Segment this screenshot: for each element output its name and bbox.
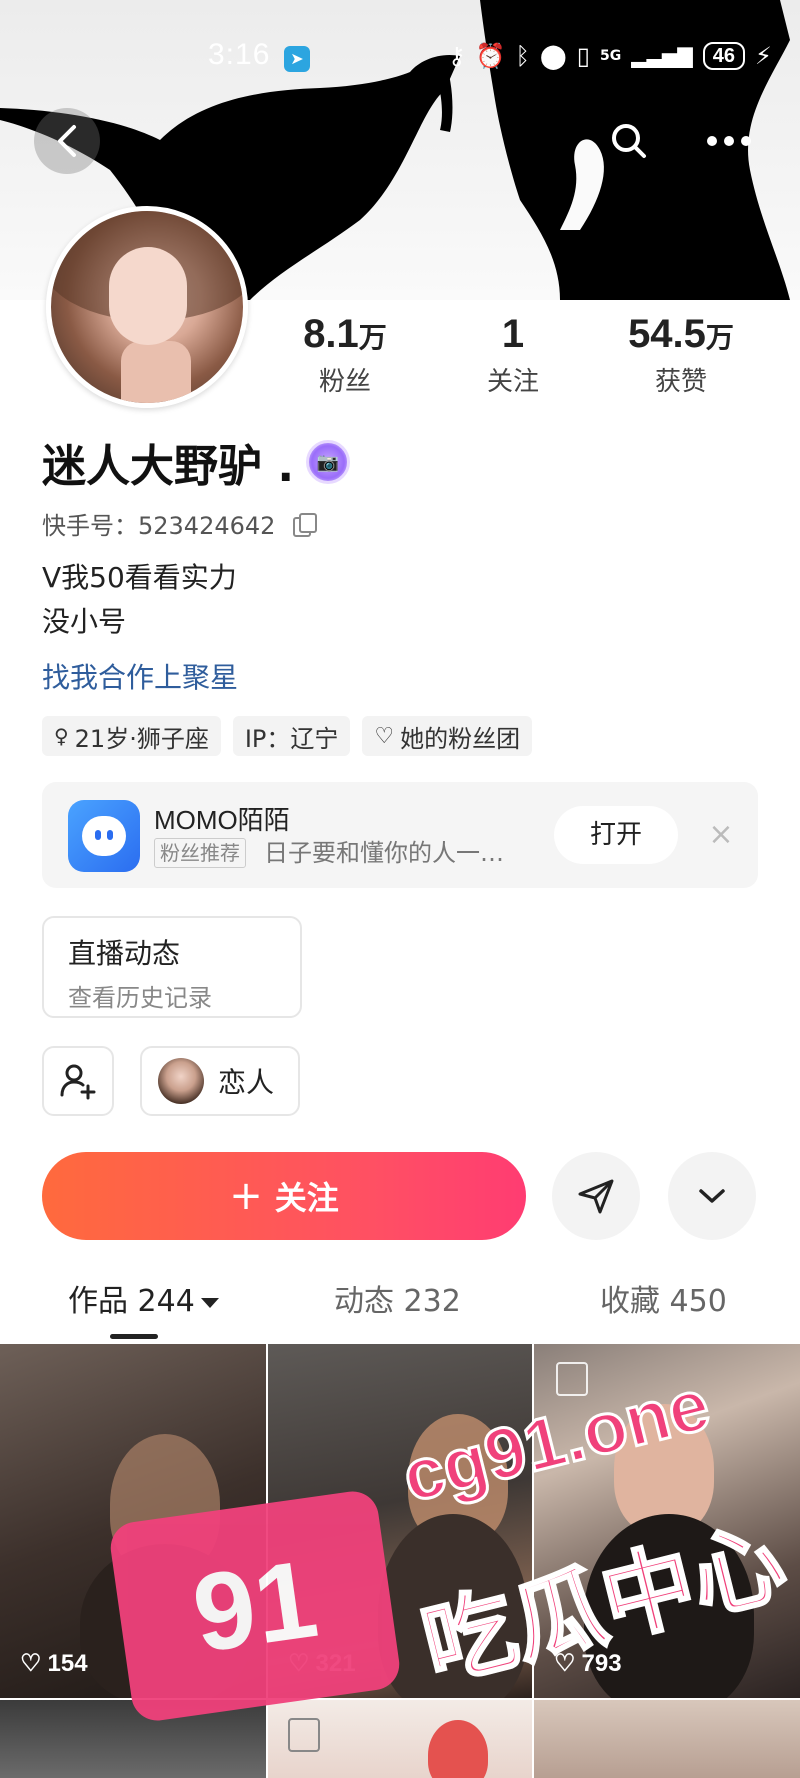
tab-moments-label: 动态 232: [334, 1284, 461, 1319]
signal-icon: ▂▃▅▇: [631, 44, 693, 68]
more-button[interactable]: [696, 108, 762, 174]
add-friend-button[interactable]: [42, 1046, 114, 1116]
watermark-logo: 91: [107, 1488, 403, 1724]
profile-tags: ♀ 21岁·狮子座 IP：辽宁 ♡ 她的粉丝团: [42, 716, 533, 756]
heart-outline-icon: ♡: [374, 723, 395, 749]
cooperation-link[interactable]: 找我合作上聚星: [42, 656, 238, 696]
live-title: 直播动态: [68, 937, 181, 970]
following-count: 1: [501, 312, 525, 356]
status-bar: 3:16 ➤ ⚷ ⏰ ᛒ ⬤ ▯ 5G ▂▃▅▇ 46 ⚡: [0, 0, 800, 120]
active-tab-indicator: [110, 1334, 158, 1339]
kuaishou-id: 快手号：523424642: [42, 506, 318, 541]
more-actions-button[interactable]: [668, 1152, 756, 1240]
paper-plane-icon: [578, 1179, 614, 1214]
tab-favorites[interactable]: 收藏 450: [600, 1276, 727, 1320]
back-button[interactable]: [34, 108, 100, 174]
tag-age-sign-label: 21岁·狮子座: [74, 724, 209, 753]
copy-icon[interactable]: [293, 513, 318, 537]
profile-avatar[interactable]: [46, 206, 248, 408]
heart-icon: ♡: [20, 1650, 42, 1677]
kuaishou-id-text: 快手号：523424642: [42, 512, 276, 540]
grid-item[interactable]: [0, 1700, 266, 1778]
key-icon: ⚷: [448, 42, 466, 70]
follow-button[interactable]: + 关注: [42, 1152, 526, 1240]
search-icon: [612, 124, 646, 158]
username: 迷人大野驴 .: [42, 441, 295, 492]
tag-fan-club[interactable]: ♡ 她的粉丝团: [362, 716, 533, 756]
caret-down-icon: [200, 1297, 219, 1308]
status-time: 3:16: [208, 38, 271, 71]
add-user-icon: [60, 1064, 96, 1100]
like-count-value: 154: [47, 1649, 88, 1677]
stat-following[interactable]: 1 关注: [428, 312, 598, 398]
alarm-icon: ⏰: [475, 42, 506, 70]
lover-relation-button[interactable]: 恋人: [140, 1046, 300, 1116]
bio-line: 没小号: [42, 605, 127, 638]
lover-label: 恋人: [218, 1066, 275, 1099]
followers-count: 8.1: [303, 312, 359, 356]
followers-label: 粉丝: [318, 367, 371, 397]
gender-icon: ♀: [54, 724, 69, 748]
signal-label: 5G: [599, 48, 622, 64]
search-button[interactable]: [596, 108, 662, 174]
following-label: 关注: [486, 367, 539, 397]
grid-item[interactable]: [534, 1700, 800, 1778]
verified-badge-icon[interactable]: 📷: [306, 440, 351, 484]
bluetooth-icon: ᛒ: [515, 42, 530, 70]
stat-followers[interactable]: 8.1万 粉丝: [260, 312, 430, 398]
follow-label: 关注: [274, 1179, 339, 1217]
tag-age-sign[interactable]: ♀ 21岁·狮子座: [42, 716, 221, 756]
tab-works-label: 作品 244: [68, 1284, 195, 1319]
likes-unit: 万: [705, 321, 734, 354]
profile-stats: 8.1万 粉丝 1 关注 54.5万 获赞: [260, 312, 800, 412]
charging-icon: ⚡: [754, 42, 772, 70]
telegram-icon: ➤: [284, 46, 310, 72]
recommend-ad-card[interactable]: MOMO陌陌 粉丝推荐 日子要和懂你的人一… 打开 ×: [42, 782, 758, 888]
likes-count: 54.5: [628, 312, 706, 356]
ad-open-button[interactable]: 打开: [554, 806, 678, 864]
bio-line: V我50看看实力: [42, 561, 237, 594]
send-message-button[interactable]: [552, 1152, 640, 1240]
chevron-down-icon: [699, 1189, 725, 1203]
bio: V我50看看实力 没小号: [42, 556, 237, 644]
lover-avatar: [158, 1058, 204, 1104]
live-history-card[interactable]: 直播动态 查看历史记录: [42, 916, 302, 1018]
ad-close-icon[interactable]: ×: [698, 812, 744, 858]
system-icons: ⚷ ⏰ ᛒ ⬤ ▯ 5G ▂▃▅▇ 46 ⚡: [448, 42, 772, 70]
chevron-left-icon: [58, 125, 76, 157]
ad-title: MOMO陌陌: [154, 805, 290, 835]
momo-app-icon: [68, 800, 140, 872]
tab-moments[interactable]: 动态 232: [334, 1276, 461, 1320]
image-post-icon: [288, 1718, 320, 1752]
battery-indicator: 46: [702, 42, 745, 70]
more-dots-icon: [707, 136, 751, 146]
tag-ip-label: IP：辽宁: [244, 724, 339, 753]
tab-works[interactable]: 作品 244: [68, 1276, 219, 1320]
vibrate-icon: ▯: [576, 42, 590, 70]
ad-tag: 粉丝推荐: [154, 838, 246, 868]
location-icon: ⬤: [539, 42, 567, 70]
ad-description: 日子要和懂你的人一…: [264, 839, 504, 867]
tag-ip: IP：辽宁: [232, 716, 351, 756]
tab-favorites-label: 收藏 450: [600, 1284, 727, 1319]
likes-label: 获赞: [654, 367, 707, 397]
live-subtitle: 查看历史记录: [68, 984, 212, 1012]
followers-unit: 万: [358, 321, 387, 354]
username-row: 迷人大野驴 . 📷: [42, 430, 351, 494]
tag-fan-club-label: 她的粉丝团: [400, 724, 521, 753]
plus-icon: +: [229, 1173, 263, 1219]
like-count: ♡ 154: [20, 1649, 88, 1678]
grid-item[interactable]: [268, 1700, 532, 1778]
content-tabs: 作品 244 动态 232 收藏 450: [0, 1268, 800, 1339]
stat-likes[interactable]: 54.5万 获赞: [596, 312, 766, 398]
